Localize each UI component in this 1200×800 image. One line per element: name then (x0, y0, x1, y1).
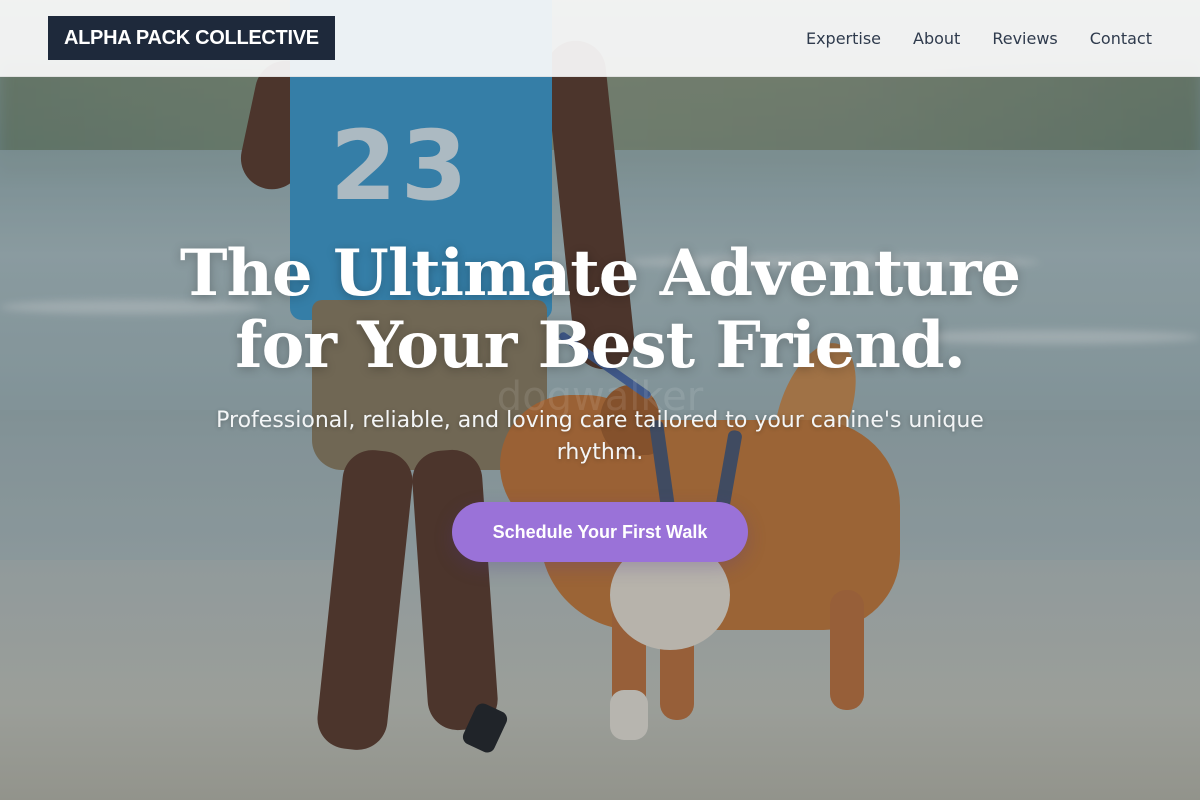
nav-link-reviews[interactable]: Reviews (992, 29, 1057, 48)
hero-headline-line2: for Your Best Friend. (235, 308, 966, 383)
site-header: ALPHA PACK COLLECTIVE Expertise About Re… (0, 0, 1200, 77)
site-logo[interactable]: ALPHA PACK COLLECTIVE (48, 16, 335, 60)
main-nav: Expertise About Reviews Contact (806, 0, 1152, 77)
hero-headline: The Ultimate Adventure for Your Best Fri… (0, 238, 1200, 382)
schedule-walk-button[interactable]: Schedule Your First Walk (452, 502, 748, 562)
hero-headline-line1: The Ultimate Adventure (179, 236, 1021, 311)
hero-section: The Ultimate Adventure for Your Best Fri… (0, 238, 1200, 382)
hero-subheadline: Professional, reliable, and loving care … (216, 408, 984, 465)
nav-link-contact[interactable]: Contact (1090, 29, 1152, 48)
nav-link-expertise[interactable]: Expertise (806, 29, 881, 48)
nav-link-about[interactable]: About (913, 29, 960, 48)
